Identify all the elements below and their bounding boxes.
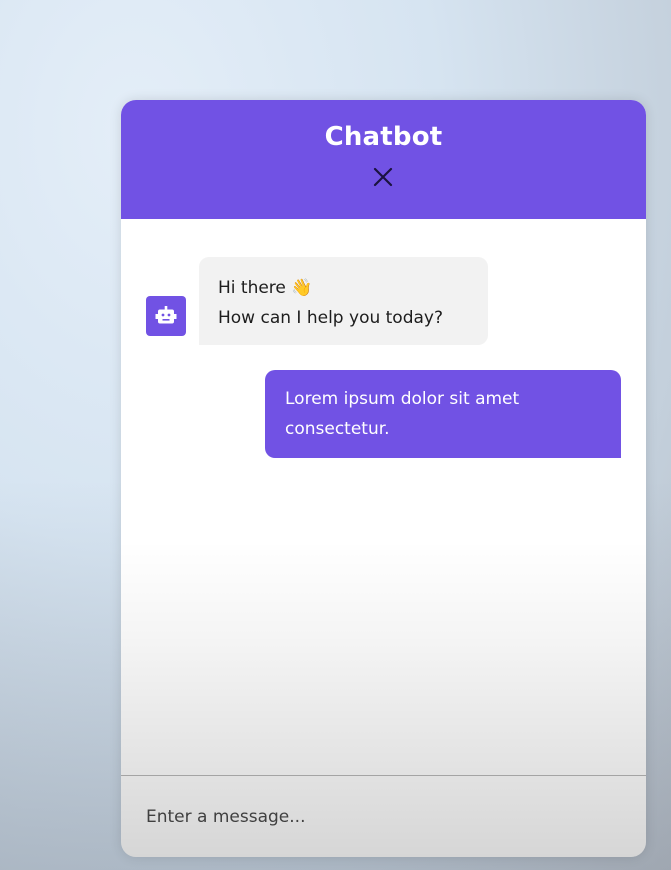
chat-messages: Hi there 👋 How can I help you today? Lor… — [121, 219, 646, 775]
outgoing-message: Lorem ipsum dolor sit amet consectetur. — [265, 370, 621, 458]
close-icon[interactable] — [371, 165, 395, 189]
incoming-message: Hi there 👋 How can I help you today? — [199, 257, 488, 345]
chatbot-header: Chatbot — [121, 100, 646, 219]
outgoing-message-line: Lorem ipsum dolor sit amet — [285, 389, 520, 409]
waving-hand-emoji: 👋 — [291, 278, 313, 298]
message-input[interactable] — [146, 800, 606, 834]
chatbot-title: Chatbot — [324, 122, 443, 152]
chatbot-window: Chatbot Hi there 👋 How can I help you to… — [121, 100, 646, 857]
chat-input-bar — [121, 775, 646, 857]
incoming-message-line: How can I help you today? — [218, 308, 444, 328]
outgoing-message-line: consectetur. — [285, 419, 390, 439]
incoming-message-line: Hi there — [218, 278, 286, 298]
robot-icon — [146, 296, 186, 336]
